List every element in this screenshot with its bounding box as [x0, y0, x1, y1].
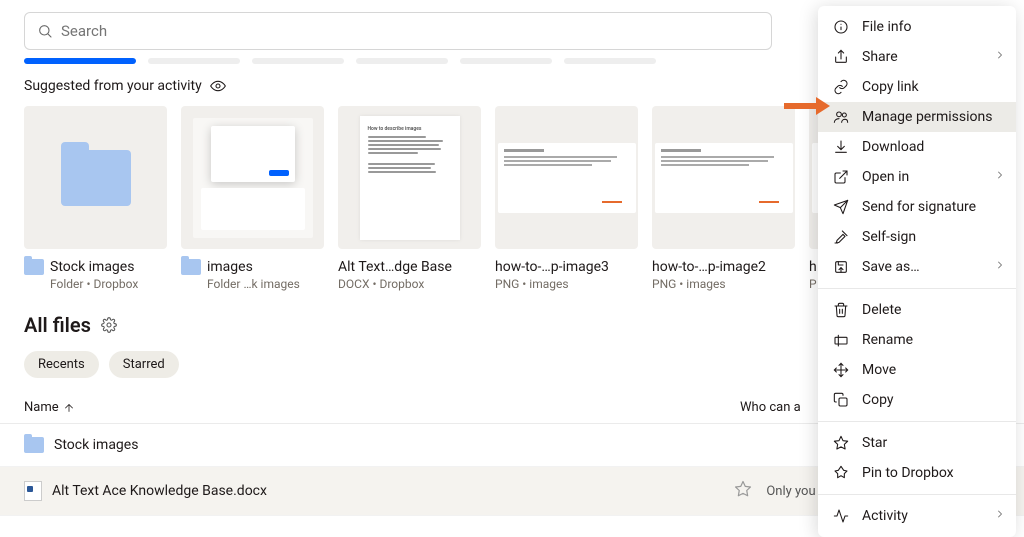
card-title: Alt Text…dge Base	[338, 259, 452, 275]
info-icon	[832, 18, 850, 36]
card-subtitle: PNG • images	[652, 277, 795, 291]
menu-item-pin[interactable]: Pin to Dropbox	[818, 458, 1016, 488]
star-icon	[832, 434, 850, 452]
trash-icon	[832, 301, 850, 319]
tab-inactive[interactable]	[564, 58, 656, 64]
link-icon	[832, 78, 850, 96]
docx-icon	[24, 481, 42, 501]
suggested-card[interactable]: images Folder …k images	[181, 106, 324, 291]
menu-item-label: Activity	[862, 508, 908, 524]
suggested-card[interactable]: how-to-…p-image3 PNG • images	[495, 106, 638, 291]
visibility-icon[interactable]	[210, 78, 226, 94]
all-files-heading: All files	[24, 313, 91, 337]
menu-item-share[interactable]: Share	[818, 42, 1016, 72]
card-title: Stock images	[50, 259, 134, 275]
tab-inactive[interactable]	[356, 58, 448, 64]
card-subtitle: PNG • images	[495, 277, 638, 291]
menu-item-label: Share	[862, 49, 898, 65]
suggested-card[interactable]: how-to-…p-image2 PNG • images	[652, 106, 795, 291]
menu-item-label: Copy	[862, 392, 894, 408]
menu-item-save-as[interactable]: Save as…	[818, 252, 1016, 282]
download-icon	[832, 138, 850, 156]
search-box[interactable]	[24, 12, 772, 50]
menu-item-label: Self-sign	[862, 229, 916, 245]
chevron-right-icon	[994, 259, 1006, 275]
tab-inactive[interactable]	[148, 58, 240, 64]
menu-item-label: Manage permissions	[862, 109, 992, 125]
folder-icon	[24, 259, 44, 275]
suggested-card[interactable]: Stock images Folder • Dropbox	[24, 106, 167, 291]
file-name: Stock images	[54, 437, 138, 453]
chevron-right-icon	[994, 169, 1006, 185]
menu-item-label: Delete	[862, 302, 901, 318]
menu-item-file-info[interactable]: File info	[818, 12, 1016, 42]
tab-inactive[interactable]	[460, 58, 552, 64]
suggested-card[interactable]: How to describe images Alt Text…dge Base D…	[338, 106, 481, 291]
activity-icon	[832, 507, 850, 525]
suggested-heading: Suggested from your activity	[24, 78, 202, 94]
menu-item-label: Open in	[862, 169, 909, 185]
chevron-right-icon	[994, 49, 1006, 65]
move-icon	[832, 361, 850, 379]
tab-active[interactable]	[24, 58, 136, 64]
menu-item-label: Download	[862, 139, 924, 155]
menu-item-activity[interactable]: Activity	[818, 501, 1016, 531]
menu-item-move[interactable]: Move	[818, 355, 1016, 385]
menu-item-open-in[interactable]: Open in	[818, 162, 1016, 192]
menu-item-copy[interactable]: Copy	[818, 385, 1016, 415]
sort-asc-icon	[63, 402, 75, 414]
tab-inactive[interactable]	[252, 58, 344, 64]
star-toggle[interactable]	[734, 480, 752, 502]
menu-item-send-signature[interactable]: Send for signature	[818, 192, 1016, 222]
card-thumbnail	[495, 106, 638, 249]
search-icon	[37, 23, 53, 39]
pin-icon	[832, 464, 850, 482]
external-icon	[832, 168, 850, 186]
card-thumbnail	[24, 106, 167, 249]
annotation-arrow	[784, 98, 828, 114]
folder-icon	[24, 437, 44, 453]
card-thumbnail	[652, 106, 795, 249]
menu-item-copy-link[interactable]: Copy link	[818, 72, 1016, 102]
menu-item-label: File info	[862, 19, 911, 35]
selfsign-icon	[832, 228, 850, 246]
file-name: Alt Text Ace Knowledge Base.docx	[52, 483, 267, 499]
card-subtitle: Folder …k images	[207, 277, 324, 291]
share-icon	[832, 48, 850, 66]
copy-icon	[832, 391, 850, 409]
card-thumbnail: How to describe images	[338, 106, 481, 249]
chevron-right-icon	[994, 508, 1006, 524]
filter-chip-starred[interactable]: Starred	[109, 351, 179, 378]
card-title: images	[207, 259, 253, 275]
column-header-name[interactable]: Name	[24, 400, 740, 415]
menu-item-label: Save as…	[862, 259, 920, 275]
menu-item-label: Copy link	[862, 79, 919, 95]
menu-item-manage-permissions[interactable]: Manage permissions	[818, 102, 1016, 132]
menu-item-download[interactable]: Download	[818, 132, 1016, 162]
menu-item-label: Move	[862, 362, 896, 378]
filter-chip-recents[interactable]: Recents	[24, 351, 99, 378]
card-title: how-to-…p-image2	[652, 259, 766, 275]
card-subtitle: Folder • Dropbox	[50, 277, 167, 291]
send-icon	[832, 198, 850, 216]
card-subtitle: DOCX • Dropbox	[338, 277, 481, 291]
card-thumbnail	[181, 106, 324, 249]
rename-icon	[832, 331, 850, 349]
menu-item-self-sign[interactable]: Self-sign	[818, 222, 1016, 252]
menu-item-label: Pin to Dropbox	[862, 465, 954, 481]
people-icon	[832, 108, 850, 126]
menu-item-delete[interactable]: Delete	[818, 295, 1016, 325]
folder-icon	[181, 259, 201, 275]
saveas-icon	[832, 258, 850, 276]
menu-item-rename[interactable]: Rename	[818, 325, 1016, 355]
menu-item-label: Send for signature	[862, 199, 976, 215]
context-menu: File info Share Copy link Manage permission…	[818, 6, 1016, 537]
gear-icon[interactable]	[101, 317, 117, 333]
card-title: h	[809, 259, 817, 275]
menu-item-label: Star	[862, 435, 887, 451]
search-input[interactable]	[61, 22, 759, 40]
menu-item-label: Rename	[862, 332, 913, 348]
menu-item-star[interactable]: Star	[818, 428, 1016, 458]
card-title: how-to-…p-image3	[495, 259, 609, 275]
